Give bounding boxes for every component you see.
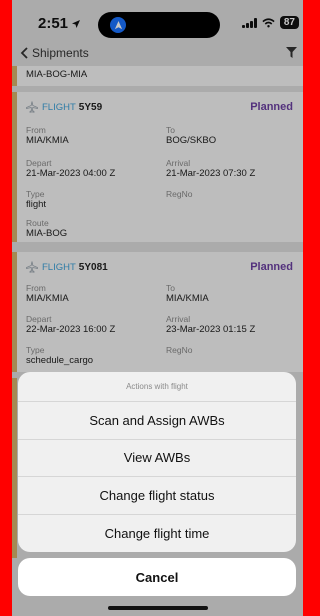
- cancel-button[interactable]: Cancel: [18, 558, 296, 596]
- phone-screen: 2:51 87 Shipments MIA-BOG-MIA FLIGHT 5Y5…: [12, 0, 303, 616]
- home-indicator: [108, 606, 208, 610]
- action-sheet-title: Actions with flight: [18, 372, 296, 402]
- change-flight-status-button[interactable]: Change flight status: [18, 477, 296, 515]
- scan-assign-awbs-button[interactable]: Scan and Assign AWBs: [18, 402, 296, 440]
- change-flight-time-button[interactable]: Change flight time: [18, 515, 296, 553]
- action-sheet: Actions with flight Scan and Assign AWBs…: [18, 372, 296, 552]
- view-awbs-button[interactable]: View AWBs: [18, 440, 296, 477]
